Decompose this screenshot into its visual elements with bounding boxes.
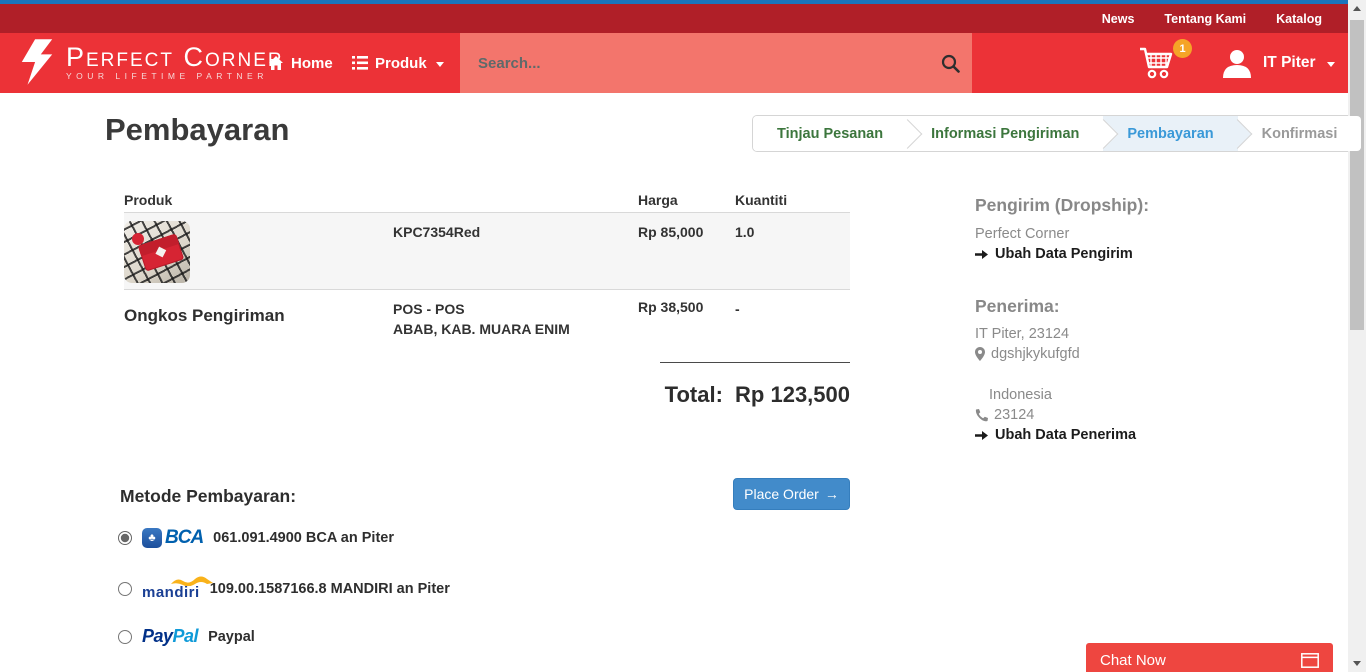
mandiri-logo: mandiri	[142, 576, 200, 602]
brand-logo[interactable]: Perfect Corner YOUR LIFETIME PARTNER	[18, 39, 284, 85]
step-pembayaran: Pembayaran	[1103, 116, 1237, 151]
sender-heading: Pengirim (Dropship):	[975, 195, 1149, 216]
arrow-right-icon: →	[825, 486, 839, 502]
product-sku: KPC7354Red	[393, 224, 480, 240]
triangle-down-icon	[1353, 661, 1361, 666]
paypal-logo: PayPal	[142, 626, 198, 647]
topbar-link-katalog[interactable]: Katalog	[1276, 12, 1322, 26]
nav-produk-label: Produk	[375, 55, 427, 72]
edit-recipient-link[interactable]: Ubah Data Penerima	[975, 427, 1136, 443]
search-button[interactable]	[928, 33, 972, 93]
recipient-heading: Penerima:	[975, 296, 1060, 317]
nav-home-label: Home	[291, 55, 333, 72]
list-icon	[352, 56, 368, 70]
scroll-down-button[interactable]	[1348, 655, 1366, 672]
page-title: Pembayaran	[105, 112, 289, 148]
place-order-label: Place Order	[744, 486, 819, 502]
chat-now-button[interactable]: Chat Now	[1086, 643, 1333, 672]
user-menu[interactable]: IT Piter	[1220, 33, 1335, 93]
step-informasi-pengiriman[interactable]: Informasi Pengiriman	[907, 116, 1103, 151]
step-konfirmasi: Konfirmasi	[1238, 116, 1362, 151]
recipient-address-row: dgshjkykufgfd	[975, 346, 1080, 362]
radio-paypal[interactable]	[118, 630, 132, 644]
recipient-phone: 23124	[994, 407, 1034, 423]
payment-option-paypal: PayPal Paypal	[118, 626, 255, 647]
topbar-link-tentang-kami[interactable]: Tentang Kami	[1164, 12, 1246, 26]
edit-sender-link[interactable]: Ubah Data Pengirim	[975, 246, 1133, 262]
place-order-button[interactable]: Place Order →	[733, 478, 850, 510]
bca-emblem-icon: ♣	[142, 528, 162, 548]
brand-tagline: YOUR LIFETIME PARTNER	[66, 71, 284, 81]
mandiri-wave-icon	[170, 576, 214, 586]
arrow-right-icon	[975, 430, 988, 441]
col-header-kuantiti: Kuantiti	[735, 192, 787, 208]
checkout-page: News Tentang Kami Katalog Perfect Corner…	[0, 0, 1366, 672]
triangle-up-icon	[1353, 6, 1361, 11]
recipient-country: Indonesia	[989, 387, 1052, 403]
payment-option-bca: ♣ BCA 061.091.4900 BCA an Piter	[118, 527, 394, 549]
payment-methods-heading: Metode Pembayaran:	[120, 486, 296, 507]
scroll-up-button[interactable]	[1348, 0, 1366, 17]
search-icon	[941, 54, 960, 73]
payment-option-label: 061.091.4900 BCA an Piter	[213, 530, 394, 546]
step-label: Pembayaran	[1127, 126, 1213, 142]
radio-mandiri[interactable]	[118, 582, 132, 596]
sender-name: Perfect Corner	[975, 226, 1069, 242]
step-label: Informasi Pengiriman	[931, 126, 1079, 142]
chat-now-label: Chat Now	[1100, 652, 1301, 669]
chevron-down-icon	[436, 62, 444, 67]
user-icon	[1220, 46, 1254, 80]
payment-option-label: 109.00.1587166.8 MANDIRI an Piter	[210, 581, 450, 597]
header: Perfect Corner YOUR LIFETIME PARTNER Hom…	[0, 33, 1348, 93]
chat-window-icon	[1301, 653, 1319, 668]
scrollbar-thumb[interactable]	[1350, 20, 1364, 330]
brand-name: Perfect Corner	[66, 43, 284, 71]
recipient-name: IT Piter, 23124	[975, 326, 1069, 342]
brand-mark-icon	[18, 39, 56, 85]
bca-logo: ♣ BCA	[142, 527, 203, 549]
nav-produk[interactable]: Produk	[352, 33, 444, 93]
shipping-method: POS - POS	[393, 299, 465, 319]
shipping-qty: -	[735, 301, 740, 317]
product-qty: 1.0	[735, 224, 754, 240]
payment-option-label: Paypal	[208, 629, 255, 645]
order-total: Total: Rp 123,500	[480, 382, 850, 408]
home-icon	[268, 55, 284, 71]
search-bar	[460, 33, 972, 93]
shipping-cost-label: Ongkos Pengiriman	[124, 306, 285, 326]
product-price: Rp 85,000	[638, 224, 703, 240]
checkout-steps: Tinjau Pesanan Informasi Pengiriman Pemb…	[752, 115, 1362, 152]
topbar-link-news[interactable]: News	[1102, 12, 1135, 26]
radio-bca[interactable]	[118, 531, 132, 545]
total-label: Total:	[665, 382, 723, 407]
recipient-address: dgshjkykufgfd	[991, 346, 1080, 362]
shipping-destination: ABAB, KAB. MUARA ENIM	[393, 319, 570, 339]
shipping-price: Rp 38,500	[638, 299, 703, 315]
user-name: IT Piter	[1263, 54, 1316, 72]
step-tinjau-pesanan[interactable]: Tinjau Pesanan	[753, 116, 907, 151]
map-pin-icon	[975, 347, 985, 361]
col-header-harga: Harga	[638, 192, 678, 208]
search-input[interactable]	[460, 33, 928, 93]
cart-count-badge: 1	[1173, 39, 1192, 58]
total-divider	[660, 362, 850, 363]
recipient-phone-row: 23124	[975, 407, 1034, 423]
step-label: Tinjau Pesanan	[777, 126, 883, 142]
phone-icon	[975, 409, 988, 422]
step-label: Konfirmasi	[1262, 126, 1338, 142]
col-header-produk: Produk	[124, 192, 172, 208]
product-thumbnail	[124, 221, 190, 283]
cart-button[interactable]: 1	[1136, 41, 1188, 87]
topbar: News Tentang Kami Katalog	[0, 4, 1348, 33]
cart-icon	[1136, 41, 1178, 83]
payment-option-mandiri: mandiri 109.00.1587166.8 MANDIRI an Pite…	[118, 576, 450, 602]
total-value: Rp 123,500	[735, 382, 850, 407]
arrow-right-icon	[975, 249, 988, 260]
chevron-down-icon	[1327, 62, 1335, 67]
vertical-scrollbar	[1348, 0, 1366, 672]
nav-home[interactable]: Home	[268, 33, 333, 93]
